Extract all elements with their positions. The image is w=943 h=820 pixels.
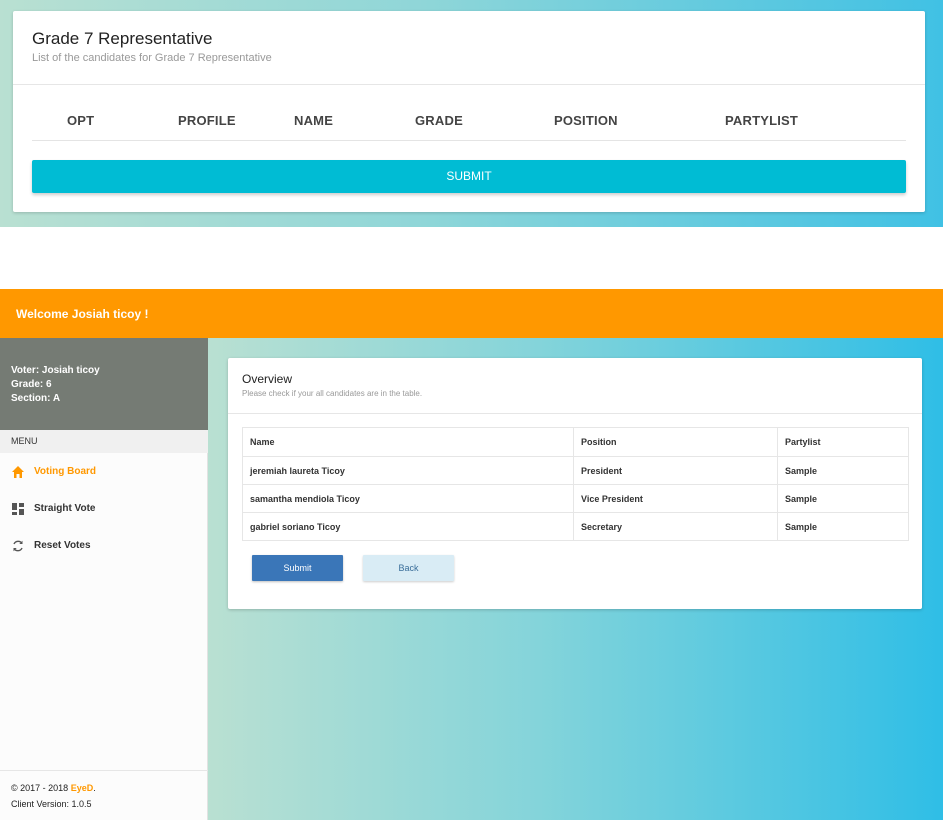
- submit-candidates-button[interactable]: SUBMIT: [32, 160, 906, 193]
- column-opt: OPT: [67, 113, 95, 128]
- refresh-icon: [11, 539, 25, 553]
- candidates-table-header: OPT PROFILE NAME GRADE POSITION PARTYLIS…: [32, 113, 906, 141]
- submit-button[interactable]: Submit: [252, 555, 343, 581]
- table-row: samantha mendiola Ticoy Vice President S…: [243, 484, 910, 513]
- copyright-text: © 2017 - 2018 EyeD.: [11, 783, 96, 793]
- sidebar-footer: © 2017 - 2018 EyeD. Client Version: 1.0.…: [0, 770, 208, 820]
- sidebar-item-reset-votes[interactable]: Reset Votes: [0, 531, 208, 561]
- home-icon: [11, 465, 25, 479]
- card-divider: [228, 413, 922, 414]
- cell-position: Secretary: [573, 513, 777, 541]
- app-header: Welcome Josiah ticoy !: [0, 289, 943, 338]
- sidebar-item-label: Straight Vote: [34, 503, 96, 514]
- card-divider: [13, 84, 925, 85]
- cell-position: President: [573, 457, 777, 485]
- card-subtitle: List of the candidates for Grade 7 Repre…: [32, 52, 272, 64]
- header-name: Name: [250, 437, 275, 447]
- cell-partylist: Sample: [777, 457, 910, 485]
- voter-grade: Grade: 6: [11, 379, 52, 390]
- table-row: gabriel soriano Ticoy Secretary Sample: [243, 512, 910, 541]
- sidebar-item-straight-vote[interactable]: Straight Vote: [0, 494, 208, 524]
- candidates-card: Grade 7 Representative List of the candi…: [13, 11, 925, 212]
- voter-name: Voter: Josiah ticoy: [11, 365, 100, 376]
- table-header-row: Name Position Partylist: [243, 428, 908, 456]
- overview-title: Overview: [242, 372, 293, 386]
- dashboard-icon: [11, 502, 25, 516]
- sidebar: Voter: Josiah ticoy Grade: 6 Section: A …: [0, 338, 208, 820]
- column-partylist: PARTYLIST: [725, 113, 799, 128]
- brand-link[interactable]: EyeD: [71, 783, 94, 793]
- cell-name: gabriel soriano Ticoy: [250, 522, 341, 532]
- voter-info: Voter: Josiah ticoy Grade: 6 Section: A: [0, 338, 208, 430]
- cell-partylist: Sample: [777, 485, 910, 513]
- sidebar-item-voting-board[interactable]: Voting Board: [0, 457, 208, 487]
- header-position: Position: [573, 428, 777, 456]
- overview-subtitle: Please check if your all candidates are …: [242, 389, 423, 398]
- table-row: jeremiah laureta Ticoy President Sample: [243, 456, 910, 485]
- column-name: NAME: [294, 113, 334, 128]
- cell-position: Vice President: [573, 485, 777, 513]
- client-version: Client Version: 1.0.5: [11, 799, 92, 809]
- back-button[interactable]: Back: [363, 555, 454, 581]
- menu-label: MENU: [0, 430, 208, 453]
- column-grade: GRADE: [415, 113, 463, 128]
- cell-partylist: Sample: [777, 513, 910, 541]
- overview-table: Name Position Partylist jeremiah laureta…: [242, 427, 909, 541]
- cell-name: jeremiah laureta Ticoy: [250, 466, 345, 476]
- sidebar-item-label: Reset Votes: [34, 540, 91, 551]
- overview-card: Overview Please check if your all candid…: [228, 358, 922, 609]
- welcome-text: Welcome Josiah ticoy !: [16, 307, 149, 321]
- card-title: Grade 7 Representative: [32, 29, 213, 48]
- voter-section: Section: A: [11, 393, 61, 404]
- column-position: POSITION: [554, 113, 618, 128]
- column-profile: PROFILE: [178, 113, 236, 128]
- cell-name: samantha mendiola Ticoy: [250, 494, 360, 504]
- sidebar-item-label: Voting Board: [34, 466, 97, 477]
- header-partylist: Partylist: [777, 428, 910, 456]
